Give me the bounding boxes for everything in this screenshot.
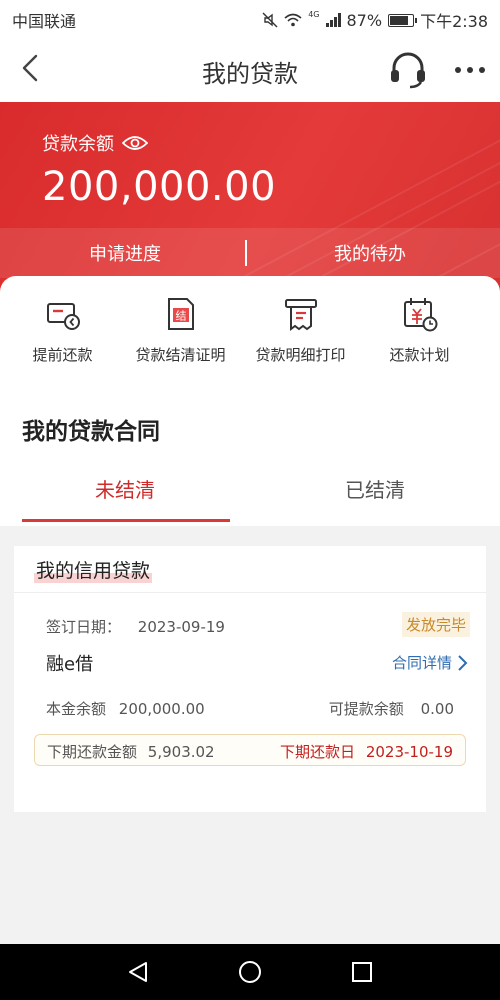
sign-date-row: 签订日期： 2023-09-19: [46, 616, 225, 637]
balance-label-row: 贷款余额: [42, 130, 148, 156]
contract-detail-link[interactable]: 合同详情: [392, 652, 468, 673]
quick-action-early-repayment[interactable]: 提前还款: [0, 296, 125, 365]
system-back-icon[interactable]: [126, 960, 150, 984]
clock: 下午2:38: [420, 12, 488, 31]
wifi-icon: [284, 13, 302, 27]
network-type: 4G: [308, 9, 320, 19]
repayment-calendar-icon: [403, 298, 437, 332]
system-recents-icon[interactable]: [350, 960, 374, 984]
actions-card: 提前还款 结 贷款结清证明 贷款明细打印 还款计划 我的贷款合同 未结清 已结清: [0, 276, 500, 526]
sign-date-value: 2023-09-19: [137, 618, 225, 636]
system-home-icon[interactable]: [238, 960, 262, 984]
next-date: 下期还款日 2023-10-19: [280, 741, 453, 762]
next-amount-label: 下期还款金额: [47, 743, 138, 761]
battery-icon: [388, 13, 418, 27]
system-nav-bar: [0, 944, 500, 1000]
next-amount-value: 5,903.02: [147, 743, 215, 761]
signal-icon: [325, 13, 341, 27]
quick-action-print-detail[interactable]: 贷款明细打印: [238, 296, 363, 365]
withdrawable-row: 可提款余额 0.00: [329, 698, 454, 719]
contract-detail-label: 合同详情: [391, 654, 452, 672]
carrier-label: 中国联通: [12, 12, 77, 31]
active-tab-indicator: [22, 519, 230, 522]
headset-icon[interactable]: [388, 50, 428, 90]
tab-unsettled[interactable]: 未结清: [0, 474, 250, 503]
settlement-certificate-icon: 结: [167, 298, 194, 330]
tab-settled[interactable]: 已结清: [250, 474, 500, 503]
loan-title: 我的信用贷款: [34, 560, 153, 583]
quick-action-label: 贷款明细打印: [255, 346, 346, 364]
print-detail-icon: [284, 299, 317, 331]
next-repayment-box: 下期还款金额 5,903.02 下期还款日 2023-10-19: [34, 734, 466, 766]
hero-tabs: 申请进度 我的待办: [0, 228, 500, 278]
balance-amount: 200,000.00: [42, 164, 277, 210]
more-icon[interactable]: [450, 56, 490, 84]
quick-action-settlement-certificate[interactable]: 结 贷款结清证明: [118, 296, 243, 365]
early-repayment-icon: [46, 303, 80, 330]
eye-icon[interactable]: [122, 134, 148, 152]
mute-icon: [262, 12, 278, 28]
nav-bar: 我的贷款: [0, 36, 500, 102]
principal-value: 200,000.00: [118, 700, 205, 718]
principal-row: 本金余额 200,000.00: [46, 698, 205, 719]
loan-card[interactable]: 我的信用贷款 签订日期： 2023-09-19 发放完毕 融e借 合同详情 本金…: [14, 546, 486, 812]
divider: [14, 592, 486, 593]
status-bar: 中国联通 4G 87% 下午2:38: [0, 0, 500, 36]
battery-fill: [390, 15, 409, 25]
product-name: 融e借: [46, 654, 94, 675]
tab-my-todo[interactable]: 我的待办: [245, 240, 495, 266]
section-title: 我的贷款合同: [22, 419, 160, 445]
battery-percent: 87%: [346, 10, 383, 30]
quick-action-repayment-plan[interactable]: 还款计划: [357, 296, 482, 365]
balance-banner: 贷款余额 200,000.00 申请进度 我的待办: [0, 102, 500, 292]
principal-label: 本金余额: [46, 700, 107, 718]
sign-date-label: 签订日期：: [46, 618, 122, 636]
next-date-label: 下期还款日: [280, 743, 356, 761]
quick-action-label: 还款计划: [389, 346, 450, 364]
next-amount: 下期还款金额 5,903.02: [47, 741, 215, 762]
status-badge: 发放完毕: [401, 612, 470, 637]
balance-label: 贷款余额: [42, 134, 114, 155]
quick-action-label: 贷款结清证明: [135, 346, 226, 364]
tab-application-progress[interactable]: 申请进度: [0, 240, 250, 266]
settlement-icon-text: 结: [175, 310, 186, 323]
chevron-right-icon: [458, 654, 468, 671]
withdrawable-label: 可提款余额: [328, 700, 404, 718]
next-date-value: 2023-10-19: [365, 743, 453, 761]
quick-action-label: 提前还款: [32, 346, 93, 364]
status-indicators: 4G 87% 下午2:38: [262, 8, 488, 32]
withdrawable-value: 0.00: [420, 700, 454, 718]
